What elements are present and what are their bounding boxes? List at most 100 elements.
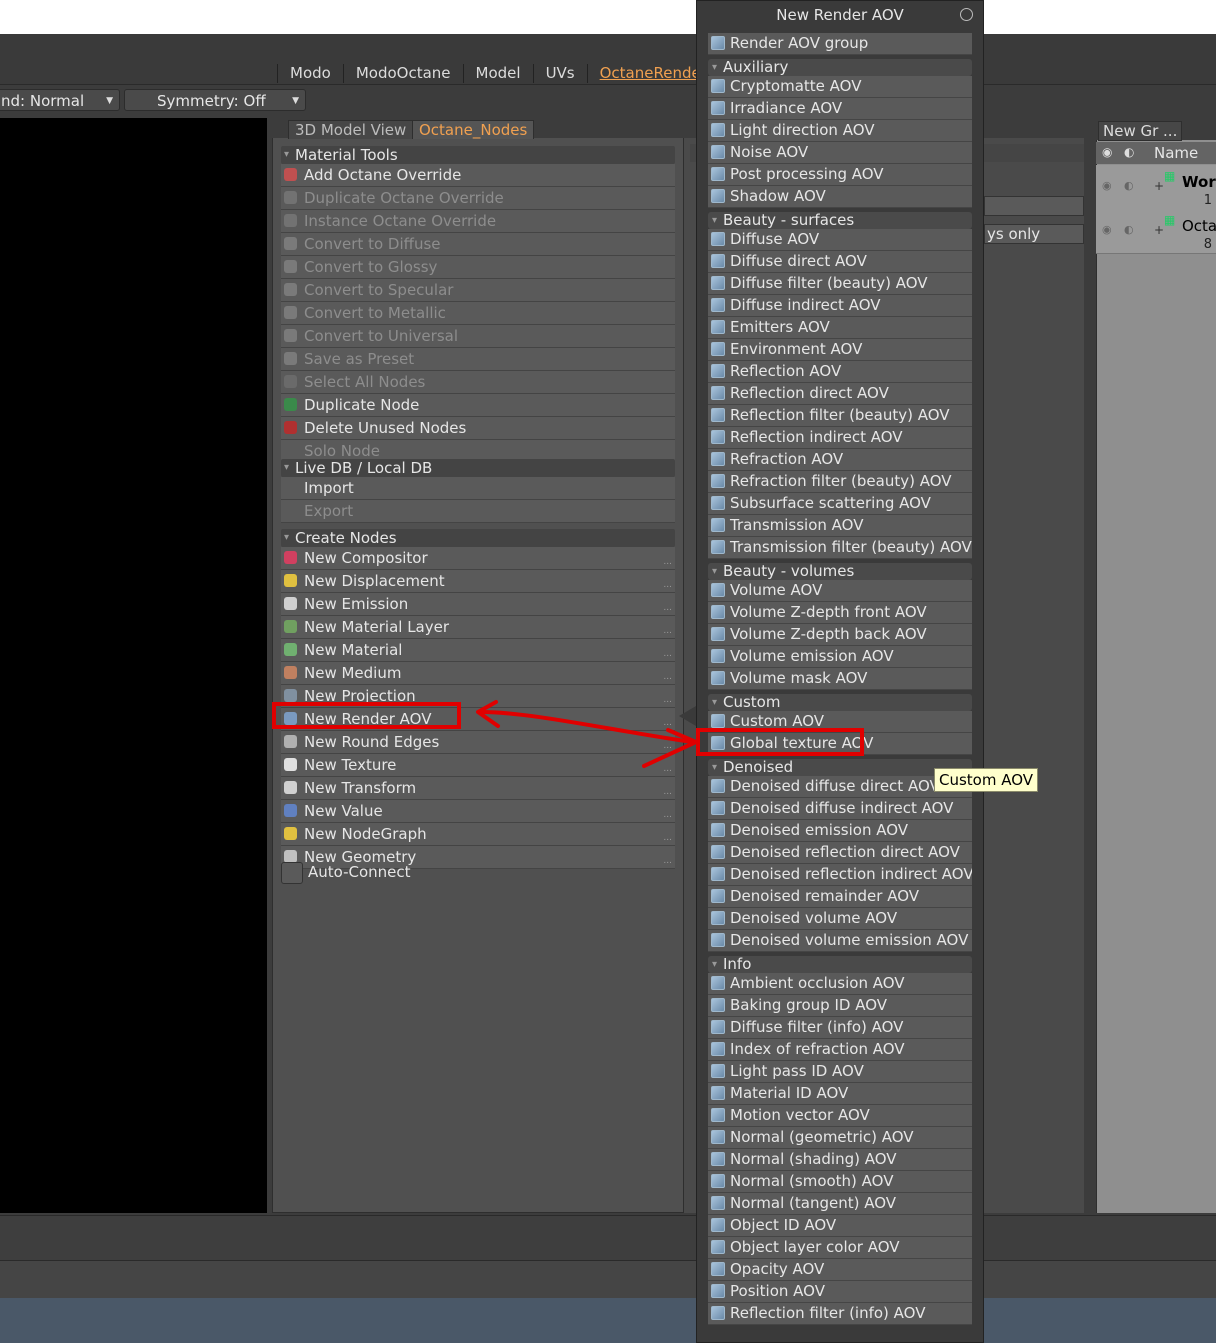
menu-item[interactable]: Diffuse direct AOV bbox=[708, 251, 972, 273]
menu-item[interactable]: Ambient occlusion AOV bbox=[708, 973, 972, 995]
section-header[interactable]: Live DB / Local DB bbox=[281, 459, 675, 477]
menu-item[interactable]: Add Octane Override bbox=[281, 164, 675, 187]
menu-item[interactable]: Refraction filter (beauty) AOV bbox=[708, 471, 972, 493]
menu-item[interactable]: Denoised remainder AOV bbox=[708, 886, 972, 908]
menu-item[interactable]: New Value... bbox=[281, 800, 675, 823]
popup-section-header[interactable]: Custom bbox=[708, 694, 972, 711]
menu-item[interactable]: Light direction AOV bbox=[708, 120, 972, 142]
popup-section-header[interactable]: Auxiliary bbox=[708, 59, 972, 76]
menu-item[interactable]: Reflection AOV bbox=[708, 361, 972, 383]
properties-dropdown-2[interactable]: ys only bbox=[984, 224, 1084, 244]
menu-item[interactable]: New Medium... bbox=[281, 662, 675, 685]
menu-item[interactable]: Environment AOV bbox=[708, 339, 972, 361]
menu-item[interactable]: Export bbox=[281, 500, 675, 523]
tab-new-group[interactable]: New Gr ... bbox=[1098, 121, 1183, 141]
lock-icon[interactable]: ◐ bbox=[1124, 223, 1134, 236]
auto-connect-checkbox[interactable] bbox=[281, 862, 303, 884]
3d-viewport[interactable] bbox=[0, 118, 267, 1213]
eye-icon[interactable]: ◉ bbox=[1102, 223, 1112, 236]
table-row[interactable]: ◉ ◐ + ▦ Octar 8 bbox=[1096, 209, 1216, 254]
menu-item[interactable]: New Transform... bbox=[281, 777, 675, 800]
menu-item[interactable]: Reflection indirect AOV bbox=[708, 427, 972, 449]
menu-item[interactable]: Convert to Diffuse bbox=[281, 233, 675, 256]
properties-dropdown[interactable] bbox=[984, 196, 1084, 216]
menu-item[interactable]: Irradiance AOV bbox=[708, 98, 972, 120]
menu-item[interactable]: Light pass ID AOV bbox=[708, 1061, 972, 1083]
menu-item[interactable]: Delete Unused Nodes bbox=[281, 417, 675, 440]
tab-modo[interactable]: Modo bbox=[277, 64, 343, 83]
mode-dropdown[interactable]: nd: Normal ▼ bbox=[0, 89, 120, 111]
tab-uvs[interactable]: UVs bbox=[532, 64, 587, 83]
menu-item[interactable]: Volume emission AOV bbox=[708, 646, 972, 668]
symmetry-dropdown[interactable]: Symmetry: Off ▼ bbox=[124, 89, 306, 111]
menu-item[interactable]: Reflection filter (beauty) AOV bbox=[708, 405, 972, 427]
menu-item[interactable]: Object layer color AOV bbox=[708, 1237, 972, 1259]
menu-item[interactable]: New Displacement... bbox=[281, 570, 675, 593]
menu-item[interactable]: Convert to Glossy bbox=[281, 256, 675, 279]
popup-section-header[interactable]: Beauty - volumes bbox=[708, 563, 972, 580]
tab-model[interactable]: Model bbox=[462, 64, 533, 83]
menu-item[interactable]: Noise AOV bbox=[708, 142, 972, 164]
menu-item[interactable]: Refraction AOV bbox=[708, 449, 972, 471]
menu-item[interactable]: New Material Layer... bbox=[281, 616, 675, 639]
menu-item[interactable]: Opacity AOV bbox=[708, 1259, 972, 1281]
menu-item[interactable]: New Compositor... bbox=[281, 547, 675, 570]
menu-item[interactable]: Denoised volume AOV bbox=[708, 908, 972, 930]
menu-item[interactable]: Import bbox=[281, 477, 675, 500]
menu-item[interactable]: Material ID AOV bbox=[708, 1083, 972, 1105]
menu-item[interactable]: Post processing AOV bbox=[708, 164, 972, 186]
menu-item[interactable]: Motion vector AOV bbox=[708, 1105, 972, 1127]
menu-item[interactable]: Duplicate Node bbox=[281, 394, 675, 417]
menu-item[interactable]: Index of refraction AOV bbox=[708, 1039, 972, 1061]
menu-item[interactable]: Denoised emission AOV bbox=[708, 820, 972, 842]
menu-item[interactable]: Position AOV bbox=[708, 1281, 972, 1303]
menu-item[interactable]: Duplicate Octane Override bbox=[281, 187, 675, 210]
section-header[interactable]: Create Nodes bbox=[281, 529, 675, 547]
tab-3d-model-view[interactable]: 3D Model View bbox=[288, 120, 414, 139]
tab-octane-nodes[interactable]: Octane_Nodes bbox=[412, 120, 535, 139]
menu-item[interactable]: Cryptomatte AOV bbox=[708, 76, 972, 98]
menu-item[interactable]: Diffuse indirect AOV bbox=[708, 295, 972, 317]
table-row[interactable]: ◉ ◐ + ▦ Wor 1 bbox=[1096, 165, 1216, 210]
menu-item[interactable]: New Material... bbox=[281, 639, 675, 662]
popup-section-header[interactable]: Info bbox=[708, 956, 972, 973]
menu-item[interactable]: Denoised reflection indirect AOV bbox=[708, 864, 972, 886]
menu-item[interactable]: Volume Z-depth front AOV bbox=[708, 602, 972, 624]
menu-item[interactable]: Normal (smooth) AOV bbox=[708, 1171, 972, 1193]
menu-item[interactable]: Denoised reflection direct AOV bbox=[708, 842, 972, 864]
menu-item[interactable]: Volume Z-depth back AOV bbox=[708, 624, 972, 646]
expand-icon[interactable]: + bbox=[1154, 223, 1164, 237]
menu-item[interactable]: Baking group ID AOV bbox=[708, 995, 972, 1017]
menu-item[interactable]: Diffuse AOV bbox=[708, 229, 972, 251]
menu-item[interactable]: Shadow AOV bbox=[708, 186, 972, 208]
menu-item[interactable]: Subsurface scattering AOV bbox=[708, 493, 972, 515]
name-column-header[interactable]: Name bbox=[1154, 144, 1198, 162]
expand-icon[interactable]: + bbox=[1154, 179, 1164, 193]
menu-item[interactable]: Normal (geometric) AOV bbox=[708, 1127, 972, 1149]
menu-item[interactable]: New Emission... bbox=[281, 593, 675, 616]
menu-item[interactable]: Denoised diffuse direct AOV bbox=[708, 776, 972, 798]
menu-item[interactable]: Normal (shading) AOV bbox=[708, 1149, 972, 1171]
menu-item[interactable]: Convert to Universal bbox=[281, 325, 675, 348]
menu-item[interactable]: Transmission filter (beauty) AOV bbox=[708, 537, 972, 559]
menu-item[interactable]: Object ID AOV bbox=[708, 1215, 972, 1237]
menu-item[interactable]: Instance Octane Override bbox=[281, 210, 675, 233]
popup-section-header[interactable]: Beauty - surfaces bbox=[708, 212, 972, 229]
menu-item[interactable]: Reflection filter (info) AOV bbox=[708, 1303, 972, 1325]
popup-section-header[interactable]: Denoised bbox=[708, 759, 972, 776]
render-aov-group-item[interactable]: Render AOV group bbox=[708, 33, 972, 55]
menu-item[interactable]: Denoised volume emission AOV bbox=[708, 930, 972, 952]
menu-item[interactable]: New NodeGraph... bbox=[281, 823, 675, 846]
menu-item[interactable]: Reflection direct AOV bbox=[708, 383, 972, 405]
menu-item[interactable]: Convert to Metallic bbox=[281, 302, 675, 325]
eye-icon[interactable]: ◉ bbox=[1102, 179, 1112, 192]
eye-icon[interactable]: ◉ bbox=[1102, 145, 1112, 159]
menu-item[interactable]: Normal (tangent) AOV bbox=[708, 1193, 972, 1215]
menu-item[interactable]: Volume mask AOV bbox=[708, 668, 972, 690]
menu-item[interactable]: Emitters AOV bbox=[708, 317, 972, 339]
tab-modooctane[interactable]: ModoOctane bbox=[342, 64, 463, 83]
menu-item[interactable]: Diffuse filter (beauty) AOV bbox=[708, 273, 972, 295]
lock-icon[interactable]: ◐ bbox=[1124, 145, 1134, 159]
lock-icon[interactable]: ◐ bbox=[1124, 179, 1134, 192]
menu-item[interactable]: Convert to Specular bbox=[281, 279, 675, 302]
